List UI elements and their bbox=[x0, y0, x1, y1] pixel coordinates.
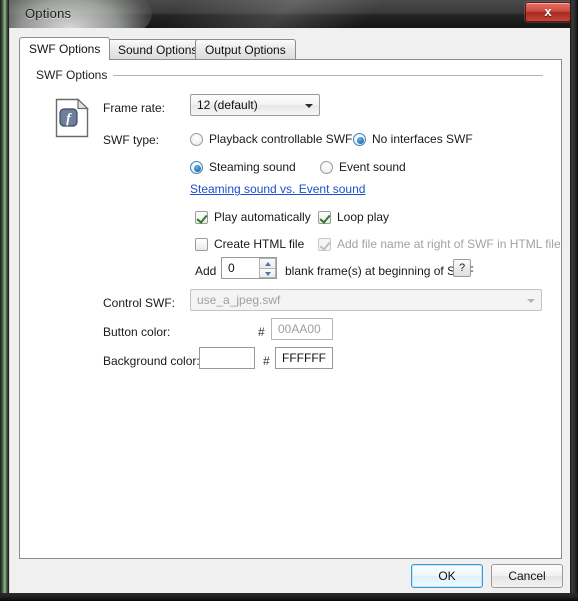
add-suffix-label: blank frame(s) at beginning of SWF bbox=[285, 264, 474, 278]
swf-document-icon: f bbox=[55, 98, 90, 138]
radio-label: Playback controllable SWF bbox=[209, 132, 353, 146]
frame-rate-value: 12 (default) bbox=[197, 98, 258, 112]
stepper-up-button[interactable] bbox=[259, 258, 276, 268]
title-bar: Options x bbox=[0, 0, 578, 28]
triangle-down-icon bbox=[265, 272, 271, 276]
radio-indicator bbox=[353, 133, 366, 146]
stepper-buttons[interactable] bbox=[259, 258, 276, 278]
checkbox-label: Loop play bbox=[337, 210, 390, 224]
title-sheen-decoration bbox=[100, 0, 500, 28]
blank-frames-stepper[interactable]: 0 bbox=[221, 257, 277, 279]
checkbox-label: Add file name at right of SWF in HTML fi… bbox=[337, 237, 561, 251]
checkbox-indicator bbox=[195, 238, 208, 251]
options-window: Options x SWF Options Sound Options Outp… bbox=[0, 0, 578, 601]
button-color-label: Button color: bbox=[103, 325, 171, 339]
tab-sound-options[interactable]: Sound Options bbox=[108, 39, 208, 59]
window-title: Options bbox=[25, 6, 72, 21]
dialog-client-area: SWF Options Sound Options Output Options… bbox=[9, 28, 570, 593]
background-color-label: Background color: bbox=[103, 354, 200, 368]
tab-output-options[interactable]: Output Options bbox=[195, 39, 296, 59]
radio-label: Event sound bbox=[339, 160, 406, 174]
background-color-swatch[interactable] bbox=[199, 347, 255, 369]
radio-indicator bbox=[320, 161, 333, 174]
background-color-input[interactable]: FFFFFF bbox=[275, 347, 333, 369]
window-border-bottom bbox=[0, 593, 578, 601]
radio-label: Steaming sound bbox=[209, 160, 296, 174]
group-box-divider bbox=[106, 75, 543, 76]
button-color-hash: # bbox=[258, 325, 265, 339]
chevron-down-icon bbox=[305, 104, 313, 108]
swf-type-label: SWF type: bbox=[103, 133, 160, 147]
checkbox-indicator bbox=[318, 211, 331, 224]
stepper-down-button[interactable] bbox=[259, 268, 276, 278]
control-swf-value: use_a_jpeg.swf bbox=[197, 293, 281, 307]
checkbox-label: Create HTML file bbox=[214, 237, 305, 251]
radio-label: No interfaces SWF bbox=[372, 132, 473, 146]
control-swf-label: Control SWF: bbox=[103, 296, 176, 310]
close-button[interactable]: x bbox=[525, 2, 571, 22]
window-border-left bbox=[0, 0, 9, 601]
help-button[interactable]: ? bbox=[453, 259, 471, 277]
control-swf-combo: use_a_jpeg.swf bbox=[190, 289, 542, 311]
radio-indicator bbox=[190, 133, 203, 146]
background-color-hash: # bbox=[263, 354, 270, 368]
checkbox-indicator bbox=[318, 238, 331, 251]
tab-swf-options[interactable]: SWF Options bbox=[19, 37, 111, 60]
tab-strip: SWF Options Sound Options Output Options bbox=[19, 37, 562, 60]
add-prefix-label: Add bbox=[195, 264, 217, 278]
chevron-down-icon bbox=[527, 299, 535, 303]
frame-rate-label: Frame rate: bbox=[103, 101, 166, 115]
steaming-vs-event-link[interactable]: Steaming sound vs. Event sound bbox=[190, 182, 365, 196]
group-box-title: SWF Options bbox=[36, 68, 114, 82]
triangle-up-icon bbox=[265, 262, 271, 266]
checkbox-indicator bbox=[195, 211, 208, 224]
radio-indicator bbox=[190, 161, 203, 174]
cancel-button[interactable]: Cancel bbox=[491, 564, 563, 588]
ok-button[interactable]: OK bbox=[411, 564, 483, 588]
frame-rate-combo[interactable]: 12 (default) bbox=[190, 94, 320, 116]
swf-options-panel: SWF Options f Frame rate: 12 (default) S… bbox=[19, 59, 562, 559]
button-color-input: 00AA00 bbox=[271, 318, 333, 340]
checkbox-label: Play automatically bbox=[214, 210, 311, 224]
window-border-right bbox=[570, 0, 578, 601]
